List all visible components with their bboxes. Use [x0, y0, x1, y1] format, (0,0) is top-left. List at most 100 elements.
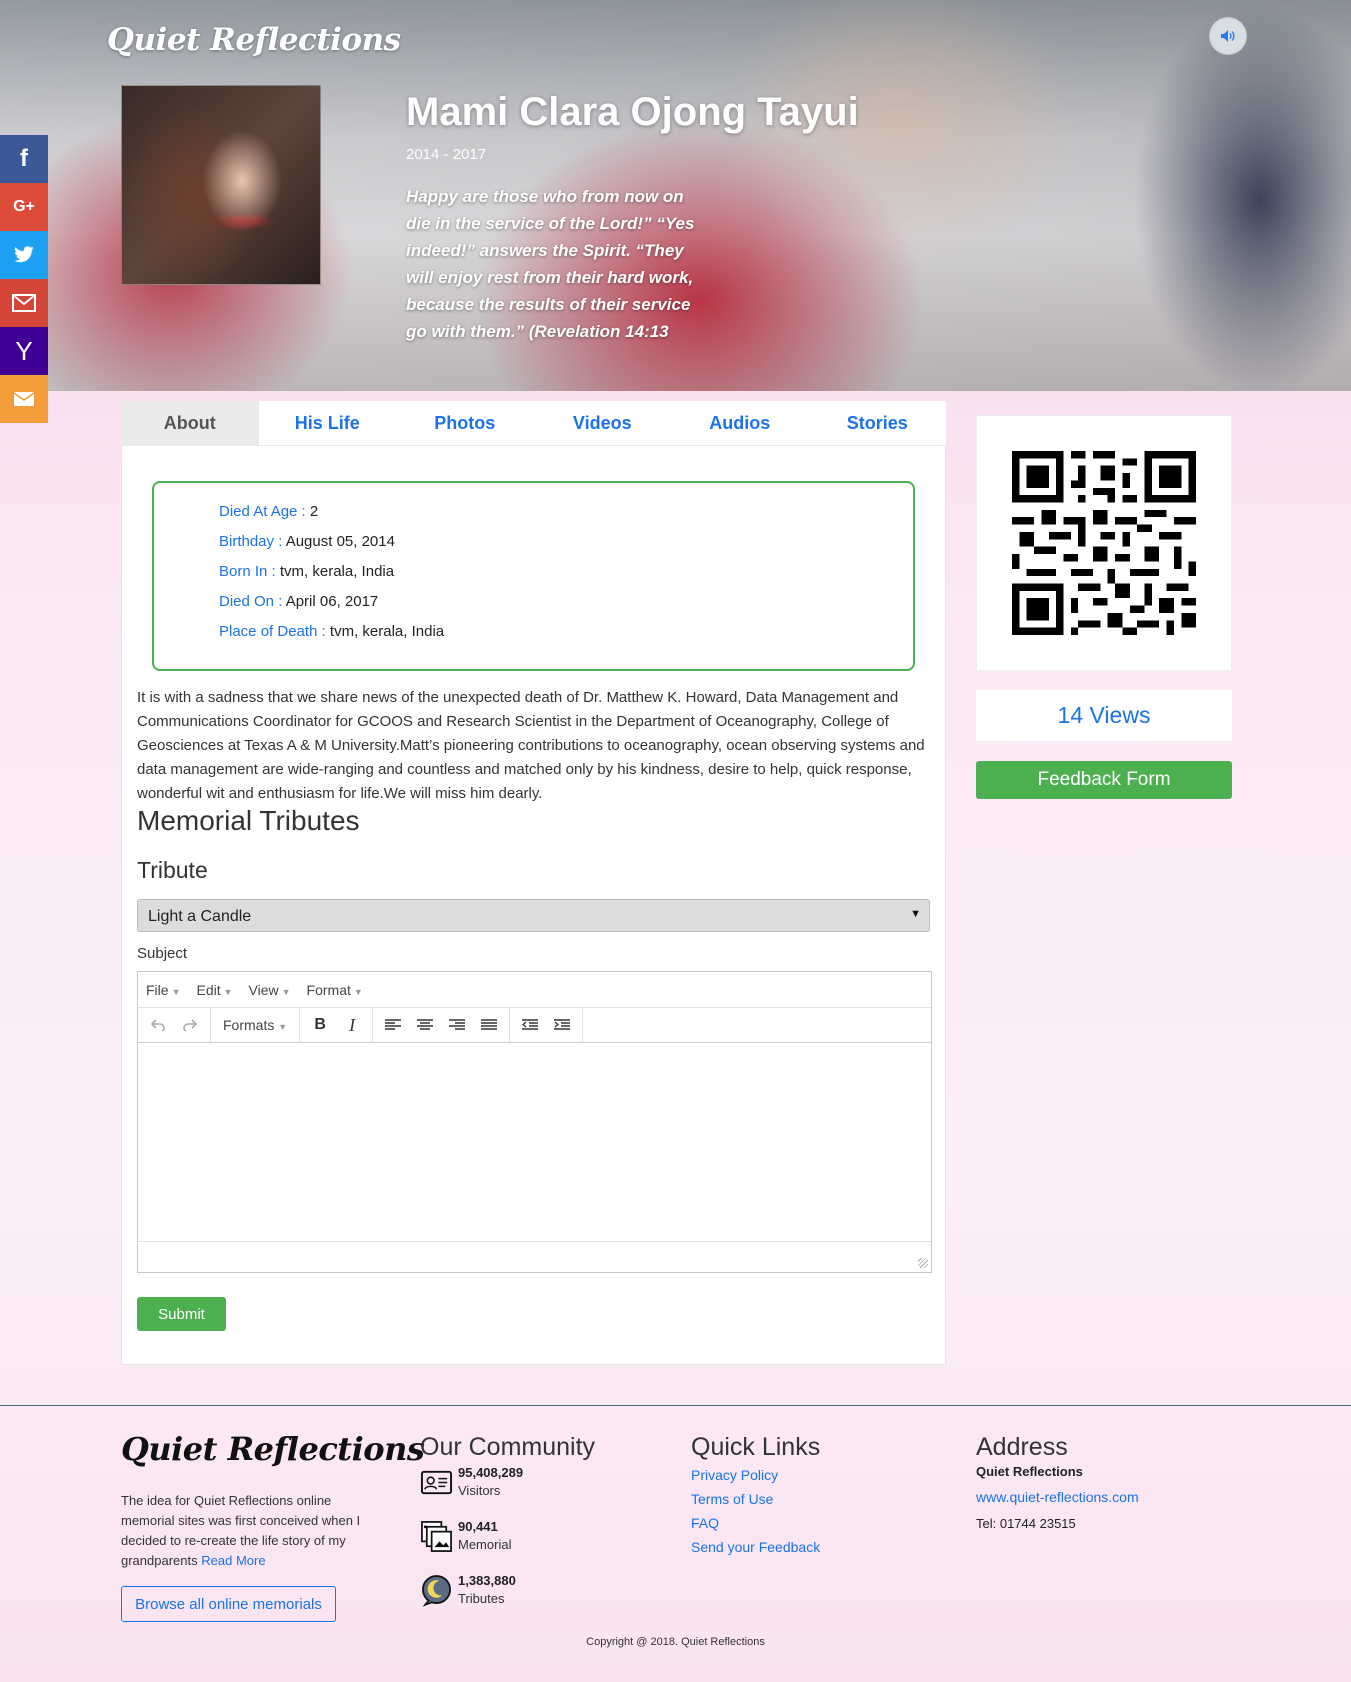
formats-dropdown[interactable]: Formats ▼	[215, 1017, 295, 1033]
tab-videos[interactable]: Videos	[534, 401, 672, 446]
memorial-stat-text: 90,441 Memorial	[458, 1518, 511, 1554]
submit-tribute-button[interactable]: Submit	[137, 1297, 226, 1331]
tributes-count: 1,383,880	[458, 1573, 516, 1588]
terms-of-use-link[interactable]: Terms of Use	[691, 1491, 773, 1507]
align-center-button[interactable]	[409, 1010, 441, 1040]
outdent-icon	[522, 1019, 539, 1030]
memorial-tributes-heading: Memorial Tributes	[137, 805, 360, 836]
bold-button[interactable]: B	[304, 1010, 336, 1040]
align-left-icon	[385, 1019, 402, 1030]
dropdown-arrow-icon: ▼	[910, 908, 921, 920]
resize-handle-icon[interactable]	[918, 1258, 928, 1268]
footer-about-text: The idea for Quiet Reflections online me…	[121, 1491, 366, 1571]
moon-chat-icon	[422, 1575, 451, 1607]
menu-file-label: File	[146, 981, 169, 998]
sound-toggle-button[interactable]	[1209, 17, 1247, 55]
qr-code	[1012, 451, 1196, 635]
footer-logo[interactable]: Quiet Reflections	[121, 1430, 425, 1468]
menu-edit[interactable]: Edit ▼	[196, 982, 232, 998]
birthday-row: Birthday : August 05, 2014	[219, 527, 913, 557]
align-right-icon	[449, 1019, 466, 1030]
editor-text-area[interactable]	[138, 1043, 931, 1242]
tab-photos[interactable]: Photos	[396, 401, 534, 446]
biography-text: It is with a sadness that we share news …	[137, 689, 925, 802]
italic-button[interactable]: I	[336, 1010, 368, 1040]
visitors-stat-text: 95,408,289 Visitors	[458, 1464, 523, 1500]
tributes-stat: 1,383,880 Tributes	[420, 1572, 516, 1608]
indent-button[interactable]	[546, 1010, 578, 1040]
deceased-name: Mami Clara Ojong Tayui	[406, 90, 859, 134]
views-counter: 14 Views	[976, 690, 1232, 741]
facebook-share-button[interactable]: f	[0, 135, 48, 183]
caret-down-icon: ▼	[278, 1022, 288, 1032]
footer-divider	[0, 1405, 1351, 1406]
menu-view[interactable]: View ▼	[249, 982, 291, 998]
undo-button[interactable]	[142, 1010, 174, 1040]
bold-icon: B	[314, 1016, 326, 1033]
facebook-icon: f	[20, 145, 28, 172]
tab-his-life[interactable]: His Life	[259, 401, 397, 446]
id-card-icon	[420, 1470, 453, 1495]
align-justify-button[interactable]	[473, 1010, 505, 1040]
died-on-row: Died On : April 06, 2017	[219, 587, 913, 617]
browse-memorials-button[interactable]: Browse all online memorials	[121, 1586, 336, 1622]
menu-file[interactable]: File ▼	[146, 982, 180, 998]
formats-group: Formats ▼	[211, 1008, 301, 1042]
website-link[interactable]: www.quiet-reflections.com	[976, 1489, 1139, 1505]
died-at-age-row: Died At Age : 2	[219, 497, 913, 527]
formats-label: Formats	[223, 1017, 275, 1033]
born-in-value: tvm, kerala, India	[279, 563, 395, 580]
yahoo-icon: Y	[15, 335, 33, 366]
align-group	[373, 1008, 511, 1042]
caret-down-icon: ▼	[223, 986, 233, 997]
email-share-button[interactable]	[0, 375, 48, 423]
tribute-type-select[interactable]: Light a Candle ▼	[137, 899, 930, 932]
outdent-button[interactable]	[514, 1010, 546, 1040]
feedback-form-button[interactable]: Feedback Form	[976, 761, 1232, 799]
caret-down-icon: ▼	[281, 986, 291, 997]
editor-menubar: File ▼ Edit ▼ View ▼ Format ▼	[138, 972, 931, 1008]
visitors-stat: 95,408,289 Visitors	[420, 1464, 523, 1500]
twitter-share-button[interactable]	[0, 231, 48, 279]
birthday-value: August 05, 2014	[285, 533, 395, 550]
place-of-death-row: Place of Death : tvm, kerala, India	[219, 617, 913, 647]
tab-audios[interactable]: Audios	[671, 401, 809, 446]
tab-stories[interactable]: Stories	[809, 401, 947, 446]
life-years: 2014 - 2017	[406, 146, 487, 163]
memorial-label: Memorial	[458, 1537, 512, 1552]
place-of-death-label: Place of Death :	[219, 623, 330, 640]
gmail-icon	[12, 294, 36, 312]
memorial-quote: Happy are those who from now on die in t…	[406, 187, 695, 341]
address-heading: Address	[976, 1433, 1068, 1461]
twitter-icon	[14, 246, 34, 263]
tab-about[interactable]: About	[121, 401, 259, 446]
editor-statusbar	[138, 1242, 931, 1271]
gmail-share-button[interactable]	[0, 279, 48, 327]
life-details-box: Died At Age : 2 Birthday : August 05, 20…	[152, 481, 915, 671]
envelope-icon	[13, 392, 35, 406]
editor-toolbar: Formats ▼ B I	[138, 1008, 931, 1043]
menu-format[interactable]: Format ▼	[307, 982, 363, 998]
site-logo[interactable]: Quiet Reflections	[107, 22, 401, 58]
telephone: Tel: 01744 23515	[976, 1516, 1076, 1531]
send-feedback-link[interactable]: Send your Feedback	[691, 1539, 820, 1555]
indent-group	[510, 1008, 584, 1042]
place-of-death-value: tvm, kerala, India	[329, 623, 445, 640]
google-plus-share-button[interactable]: G+	[0, 183, 48, 231]
align-right-button[interactable]	[441, 1010, 473, 1040]
birthday-label: Birthday :	[219, 533, 286, 550]
memorial-tabs: About His Life Photos Videos Audios Stor…	[121, 401, 946, 446]
profile-photo	[121, 85, 321, 285]
read-more-link[interactable]: Read More	[201, 1553, 265, 1568]
rich-text-editor: File ▼ Edit ▼ View ▼ Format ▼ Formats ▼ B I	[137, 971, 932, 1273]
redo-button[interactable]	[174, 1010, 206, 1040]
speaker-icon	[1221, 30, 1235, 42]
align-justify-icon	[481, 1019, 498, 1030]
yahoo-share-button[interactable]: Y	[0, 327, 48, 375]
tributes-label: Tributes	[458, 1591, 505, 1606]
memorial-stat: 90,441 Memorial	[420, 1518, 511, 1554]
align-left-button[interactable]	[377, 1010, 409, 1040]
faq-link[interactable]: FAQ	[691, 1515, 719, 1531]
died-at-age-label: Died At Age :	[219, 503, 310, 520]
privacy-policy-link[interactable]: Privacy Policy	[691, 1467, 778, 1483]
